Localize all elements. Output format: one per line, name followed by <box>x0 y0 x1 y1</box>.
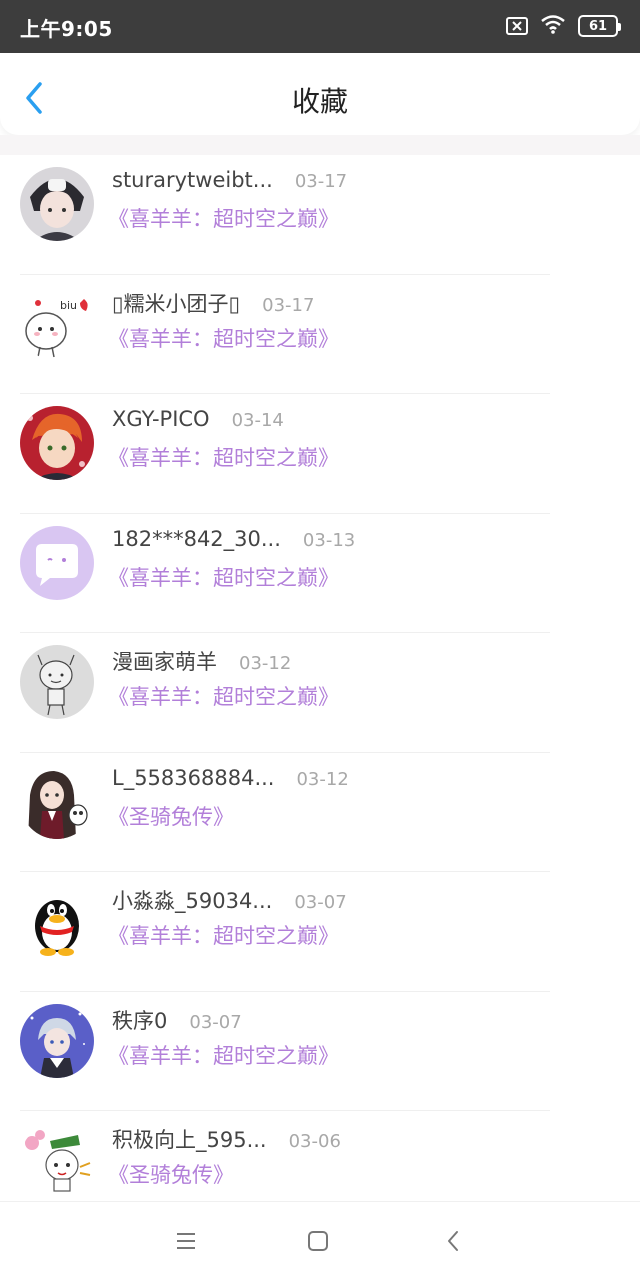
list-item[interactable]: XGY-PICO 03-14 《喜羊羊：超时空之巅》 <box>0 394 640 514</box>
red-hair-avatar-icon <box>20 406 94 480</box>
avatar[interactable] <box>20 406 94 480</box>
username[interactable]: XGY-PICO <box>112 407 210 431</box>
battery-icon: 61 <box>578 15 621 37</box>
username[interactable]: 积极向上_595... <box>112 1124 267 1154</box>
work-title[interactable]: 《喜羊羊：超时空之巅》 <box>108 681 339 711</box>
work-title[interactable]: 《喜羊羊：超时空之巅》 <box>108 442 339 472</box>
username[interactable]: 182***842_30... <box>112 527 281 551</box>
date: 03-17 <box>294 171 348 192</box>
system-nav-bar <box>0 1201 640 1279</box>
meta-row: ▯糯米小团子▯ 03-17 <box>112 288 314 318</box>
date: 03-12 <box>296 768 349 790</box>
date: 03-07 <box>294 892 347 913</box>
meta-row: sturarytweibt... 03-17 <box>112 168 347 192</box>
home-icon <box>308 1231 328 1251</box>
penguin-avatar-icon <box>20 884 94 958</box>
work-title[interactable]: 《喜羊羊：超时空之巅》 <box>108 203 339 233</box>
battery-level: 61 <box>588 18 608 34</box>
home-button[interactable] <box>303 1226 333 1256</box>
date: 03-07 <box>189 1011 242 1033</box>
svg-text:biu: biu <box>60 299 77 312</box>
username[interactable]: 漫画家萌羊 <box>112 646 217 676</box>
menu-button[interactable] <box>171 1226 201 1256</box>
meta-row: XGY-PICO 03-14 <box>112 407 284 431</box>
favorites-list: sturarytweibt... 03-17 《喜羊羊：超时空之巅》 biu ▯… <box>0 155 640 1231</box>
meta-row: 秩序0 03-07 <box>112 1005 242 1035</box>
list-item[interactable]: 漫画家萌羊 03-12 《喜羊羊：超时空之巅》 <box>0 633 640 753</box>
back-icon <box>448 1231 458 1251</box>
date: 03-14 <box>231 410 284 431</box>
username[interactable]: L_558368884... <box>112 766 274 790</box>
list-item[interactable]: 秩序0 03-07 《喜羊羊：超时空之巅》 <box>0 992 640 1112</box>
status-time: 上午9:05 <box>20 17 113 41</box>
list-item[interactable]: 182***842_30... 03-13 《喜羊羊：超时空之巅》 <box>0 514 640 634</box>
avatar[interactable] <box>20 1123 94 1197</box>
anime-girl-avatar-icon <box>20 764 94 839</box>
username[interactable]: ▯糯米小团子▯ <box>112 288 240 318</box>
avatar[interactable] <box>20 1003 94 1078</box>
username[interactable]: 小淼淼_59034... <box>112 885 272 915</box>
sketch-sheep-avatar-icon <box>20 645 94 719</box>
status-icons: 61 <box>506 14 621 38</box>
date: 03-06 <box>288 1131 341 1152</box>
work-title[interactable]: 《喜羊羊：超时空之巅》 <box>108 562 339 592</box>
nav-back-button[interactable] <box>438 1226 468 1256</box>
meta-row: 182***842_30... 03-13 <box>112 527 355 551</box>
work-title[interactable]: 《圣骑兔传》 <box>108 801 234 831</box>
status-bar: 上午9:05 61 <box>0 0 640 53</box>
default-chat-avatar-icon <box>20 525 94 600</box>
avatar[interactable] <box>20 645 94 719</box>
work-title[interactable]: 《喜羊羊：超时空之巅》 <box>108 1040 339 1070</box>
username[interactable]: sturarytweibt... <box>112 168 273 192</box>
menu-icon <box>177 1233 195 1249</box>
date: 03-17 <box>262 294 315 316</box>
avatar[interactable] <box>20 764 94 839</box>
list-item[interactable]: sturarytweibt... 03-17 《喜羊羊：超时空之巅》 <box>0 155 640 275</box>
work-title[interactable]: 《喜羊羊：超时空之巅》 <box>108 920 339 950</box>
list-item[interactable]: L_558368884... 03-12 《圣骑兔传》 <box>0 753 640 873</box>
cartoon-animal-avatar-icon <box>20 1123 94 1197</box>
meta-row: 积极向上_595... 03-06 <box>112 1124 341 1154</box>
anime-boy-avatar-icon <box>20 167 94 241</box>
list-item[interactable]: 小淼淼_59034... 03-07 《喜羊羊：超时空之巅》 <box>0 872 640 992</box>
night-anime-avatar-icon <box>20 1003 94 1078</box>
cute-blob-avatar-icon: biu <box>20 286 94 361</box>
work-title[interactable]: 《圣骑兔传》 <box>108 1159 234 1189</box>
avatar[interactable]: biu <box>20 286 94 361</box>
meta-row: L_558368884... 03-12 <box>112 766 349 790</box>
meta-row: 漫画家萌羊 03-12 <box>112 646 291 676</box>
no-sim-icon <box>506 17 528 35</box>
avatar[interactable] <box>20 525 94 600</box>
header-divider <box>0 135 640 155</box>
page-title: 收藏 <box>291 85 348 118</box>
avatar[interactable] <box>20 167 94 241</box>
date: 03-12 <box>239 653 292 674</box>
username[interactable]: 秩序0 <box>112 1005 167 1035</box>
date: 03-13 <box>302 529 356 551</box>
wifi-icon <box>540 14 566 38</box>
avatar[interactable] <box>20 884 94 958</box>
header: 收藏 <box>0 53 640 135</box>
work-title[interactable]: 《喜羊羊：超时空之巅》 <box>108 323 339 353</box>
list-item[interactable]: biu ▯糯米小团子▯ 03-17 《喜羊羊：超时空之巅》 <box>0 275 640 395</box>
meta-row: 小淼淼_59034... 03-07 <box>112 885 347 915</box>
